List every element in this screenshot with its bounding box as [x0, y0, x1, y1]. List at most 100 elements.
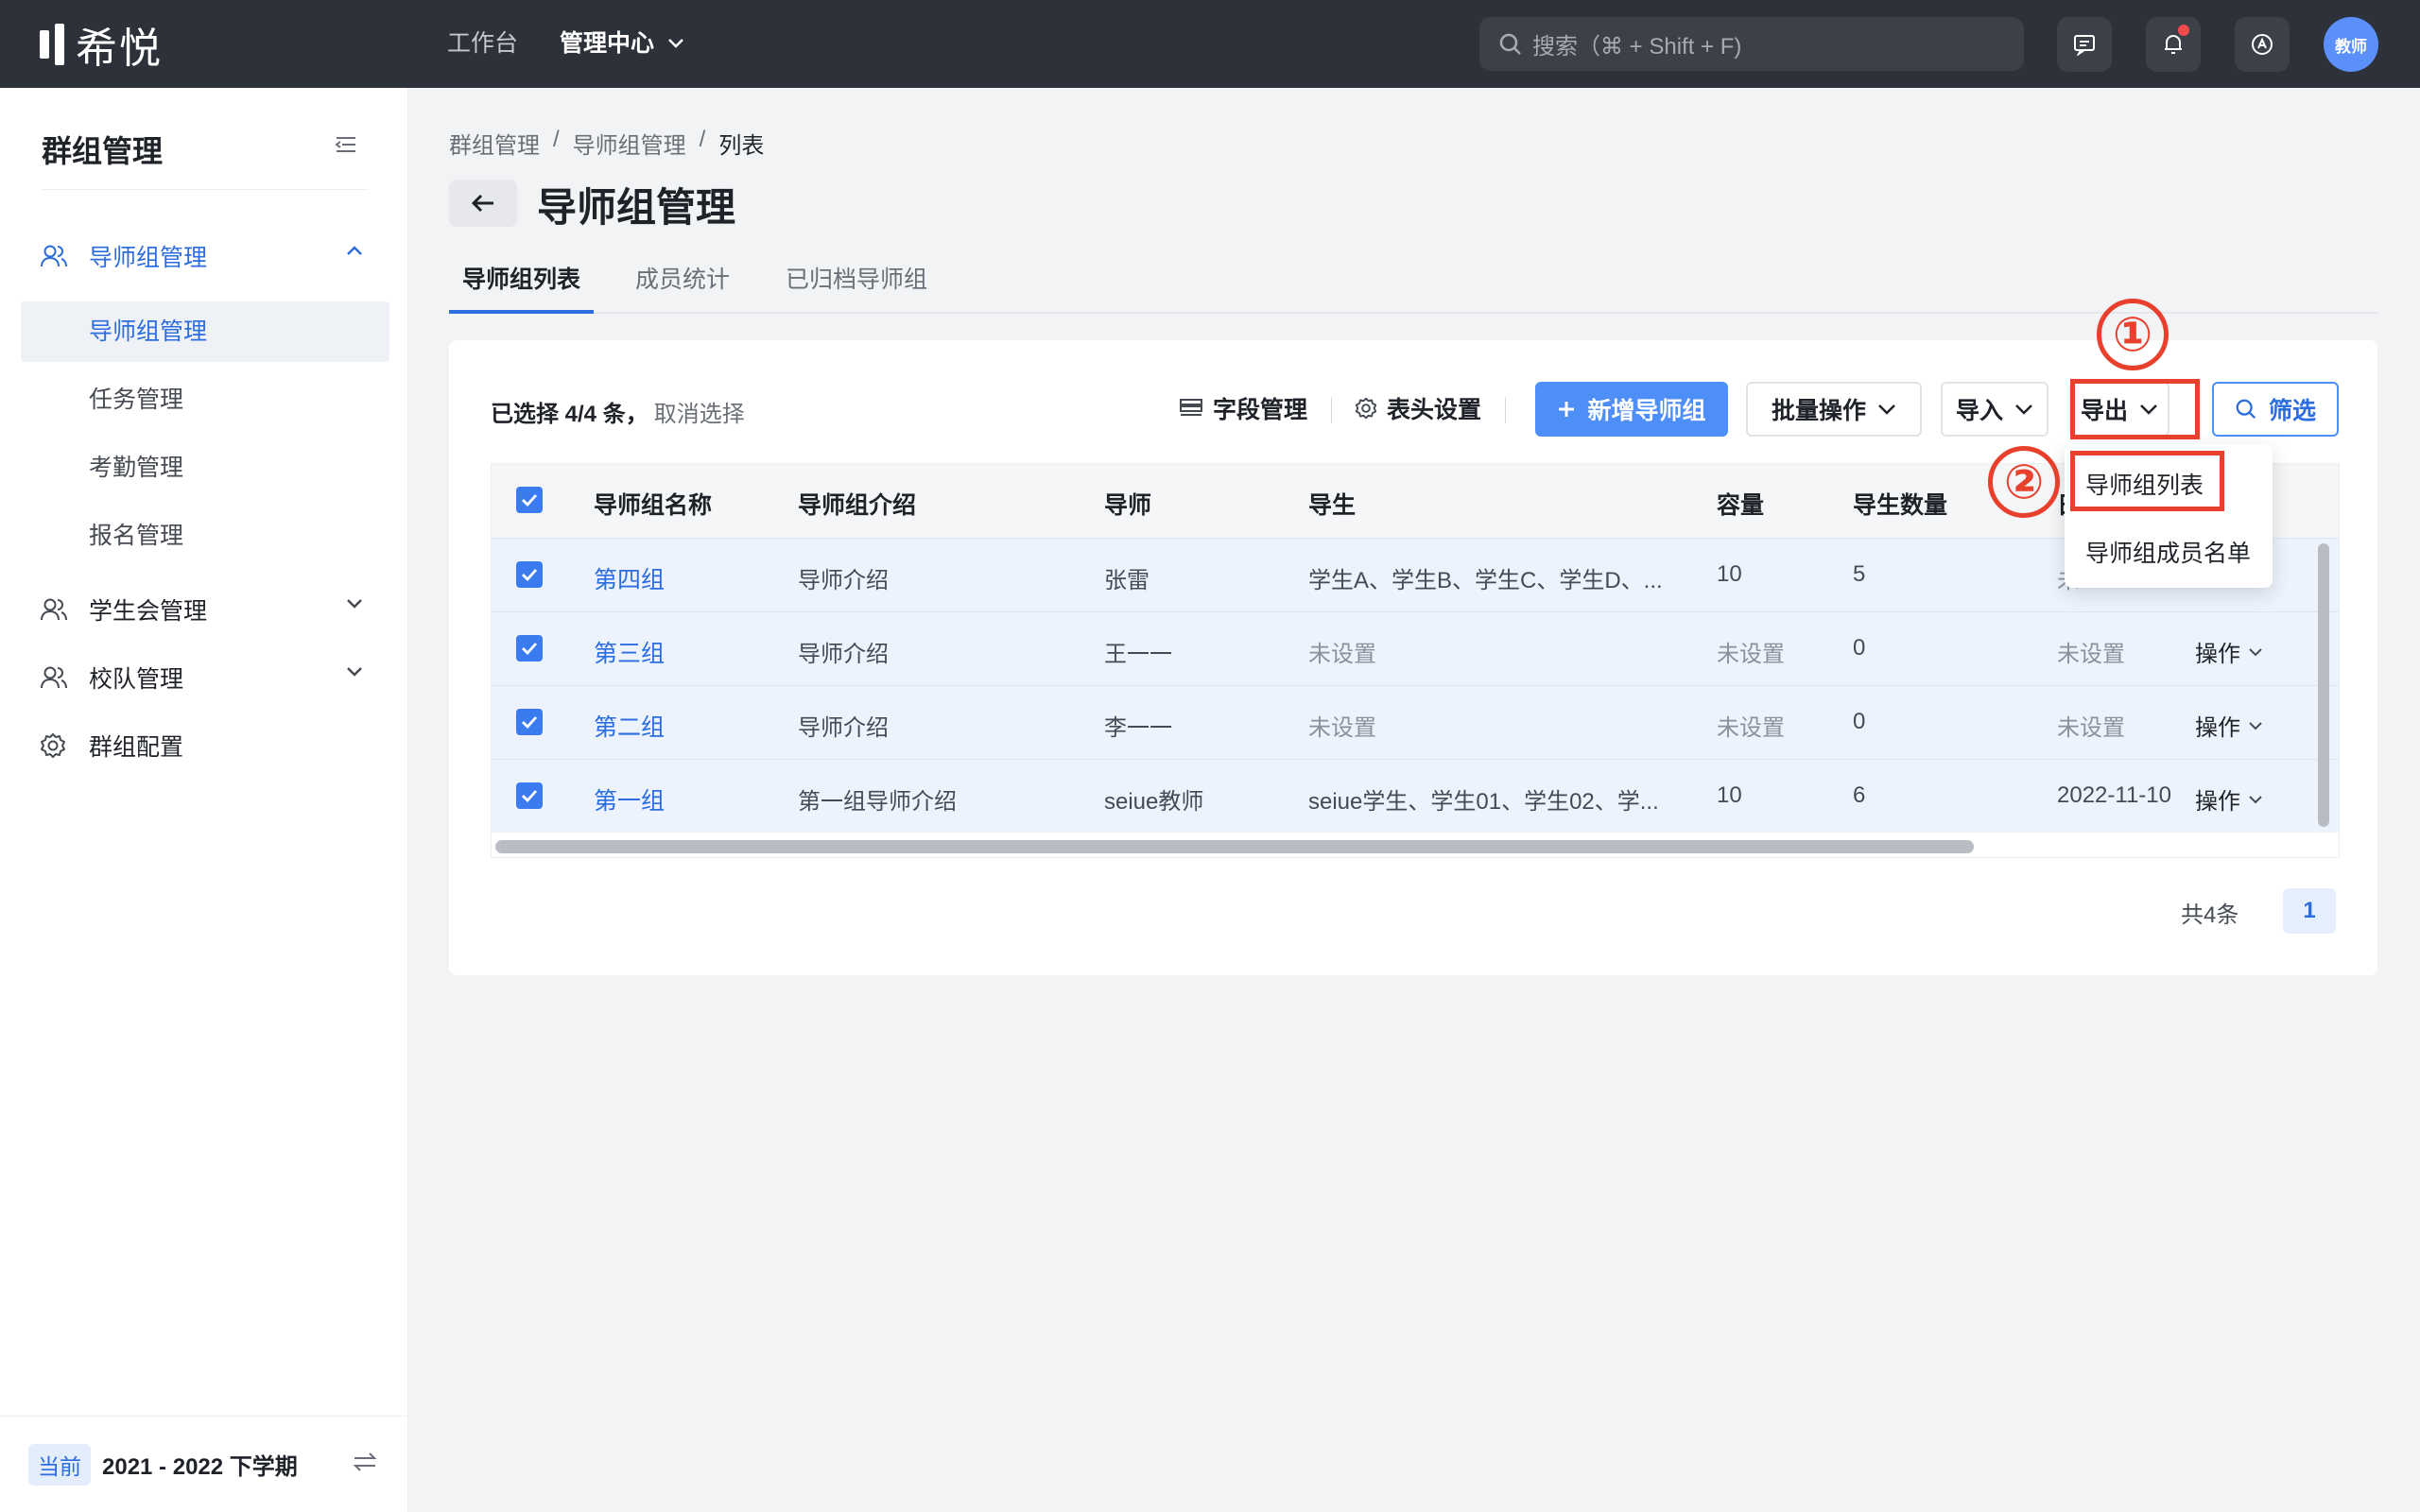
top-nav: 工作台 管理中心 — [447, 26, 684, 60]
row-checkbox[interactable] — [516, 709, 543, 735]
search-icon — [2236, 399, 2256, 420]
toolbar-divider — [1331, 397, 1332, 423]
table-row[interactable]: 第四组 导师介绍 张雷 学生A、学生B、学生C、学生D、... 10 5 未 — [492, 538, 2339, 611]
table-row[interactable]: 第一组 第一组导师介绍 seiue教师 seiue学生、学生01、学生02、学.… — [492, 759, 2339, 833]
sidebar-item-group-config[interactable]: 群组配置 — [21, 715, 389, 776]
import-button[interactable]: 导入 — [1941, 382, 2048, 437]
check-icon — [522, 643, 538, 655]
vertical-scrollbar[interactable] — [2318, 543, 2329, 827]
sidebar-subitem-registration[interactable]: 报名管理 — [21, 506, 389, 566]
group-intro: 导师介绍 — [798, 715, 889, 741]
search-input[interactable]: 搜索（⌘ + Shift + F) — [1479, 17, 2024, 71]
group-name-link[interactable]: 第四组 — [594, 561, 665, 595]
sidebar-subitem-task-manage[interactable]: 任务管理 — [21, 369, 389, 430]
tab-member-stats[interactable]: 成员统计 — [635, 261, 730, 314]
gear-icon — [40, 732, 74, 759]
group-name-link[interactable]: 第二组 — [594, 709, 665, 743]
group-name-link[interactable]: 第一组 — [594, 782, 665, 816]
table-row[interactable]: 第三组 导师介绍 王一一 未设置 未设置 0 未设置 操作 — [492, 611, 2339, 685]
chevron-down-icon — [1878, 404, 1895, 415]
sidebar-title: 群组管理 — [42, 134, 164, 168]
brand-name: 希悦 — [76, 26, 163, 72]
export-menu-item-member-list[interactable]: 导师组成员名单 — [2085, 535, 2251, 569]
chevron-down-icon — [2015, 404, 2032, 415]
gear-icon — [1355, 397, 1377, 420]
row-checkbox[interactable] — [516, 782, 543, 809]
breadcrumb-current: 列表 — [718, 133, 765, 159]
nav-workbench[interactable]: 工作台 — [447, 26, 518, 60]
group-mentor: 李一一 — [1104, 715, 1172, 741]
toolbar-divider — [1505, 397, 1506, 423]
row-actions-dropdown[interactable]: 操作 — [2195, 635, 2263, 668]
annotation-box-export — [2070, 379, 2200, 439]
group-date: 未设置 — [2057, 715, 2125, 741]
notification-dot — [2178, 25, 2189, 36]
horizontal-scrollbar[interactable] — [495, 840, 1974, 853]
pagination-page-button[interactable]: 1 — [2283, 888, 2336, 934]
sidebar-item-student-union[interactable]: 学生会管理 — [21, 579, 389, 640]
column-header-students[interactable]: 导生 — [1308, 487, 1356, 521]
group-mentor: seiue教师 — [1104, 789, 1204, 815]
row-checkbox[interactable] — [516, 635, 543, 662]
notifications-button[interactable] — [2146, 17, 2201, 72]
nav-admin-center[interactable]: 管理中心 — [560, 26, 684, 60]
chevron-down-icon — [2249, 721, 2262, 730]
check-icon — [522, 494, 538, 507]
table-row[interactable]: 第二组 导师介绍 李一一 未设置 未设置 0 未设置 操作 — [492, 685, 2339, 759]
add-mentor-group-label: 新增导师组 — [1587, 398, 1706, 424]
sidebar-subitem-mentor-group-manage[interactable]: 导师组管理 — [21, 301, 389, 362]
column-header-name[interactable]: 导师组名称 — [594, 487, 712, 521]
compass-icon — [2252, 34, 2273, 55]
group-mentor: 王一一 — [1104, 642, 1172, 667]
people-icon — [40, 664, 74, 691]
row-actions-dropdown[interactable]: 操作 — [2195, 782, 2263, 816]
user-avatar[interactable]: 教师 — [2324, 17, 2378, 72]
semester-switcher[interactable]: 当前 2021 - 2022 下学期 — [0, 1416, 408, 1512]
chevron-up-icon — [347, 246, 362, 255]
search-icon — [1499, 33, 1521, 55]
row-actions-dropdown[interactable]: 操作 — [2195, 709, 2263, 742]
column-header-intro[interactable]: 导师组介绍 — [798, 487, 916, 521]
sidebar-item-mentor-groups[interactable]: 导师组管理 — [21, 226, 389, 286]
tab-bar: 导师组列表 成员统计 已归档导师组 — [449, 248, 2377, 314]
tab-mentor-group-list[interactable]: 导师组列表 — [449, 261, 595, 314]
back-button[interactable] — [449, 180, 517, 227]
group-mentor: 张雷 — [1104, 568, 1150, 593]
collapse-sidebar-button[interactable] — [335, 135, 357, 159]
add-mentor-group-button[interactable]: 新增导师组 — [1535, 382, 1728, 437]
swap-icon[interactable] — [352, 1451, 378, 1473]
sidebar-item-label: 校队管理 — [89, 666, 184, 693]
field-manage-button[interactable]: 字段管理 — [1179, 382, 1307, 435]
select-all-checkbox[interactable] — [516, 487, 543, 513]
group-capacity: 未设置 — [1717, 642, 1785, 667]
group-students: seiue学生、学生01、学生02、学... — [1308, 789, 1659, 815]
semester-label: 2021 - 2022 下学期 — [102, 1454, 298, 1480]
header-settings-button[interactable]: 表头设置 — [1355, 382, 1481, 435]
cancel-selection-link[interactable]: 取消选择 — [654, 395, 745, 428]
breadcrumb-item[interactable]: 群组管理 — [449, 127, 540, 160]
sidebar-subitem-attendance[interactable]: 考勤管理 — [21, 438, 389, 498]
breadcrumb-item[interactable]: 导师组管理 — [573, 127, 686, 160]
apps-button[interactable] — [2235, 17, 2290, 72]
column-header-capacity[interactable]: 容量 — [1717, 487, 1764, 521]
sidebar-item-label: 学生会管理 — [89, 598, 208, 625]
tab-archived-groups[interactable]: 已归档导师组 — [786, 261, 927, 314]
column-header-student-count[interactable]: 导生数量 — [1853, 487, 1947, 521]
row-checkbox[interactable] — [516, 561, 543, 588]
group-students: 未设置 — [1308, 642, 1376, 667]
plus-icon — [1559, 402, 1575, 417]
sidebar-item-school-team[interactable]: 校队管理 — [21, 647, 389, 708]
group-capacity: 未设置 — [1717, 715, 1785, 741]
chevron-down-icon — [2249, 647, 2262, 656]
column-header-mentor[interactable]: 导师 — [1104, 487, 1151, 521]
app-logo[interactable]: 希悦 — [40, 21, 163, 72]
group-intro: 导师介绍 — [798, 568, 889, 593]
filter-button[interactable]: 筛选 — [2212, 382, 2339, 437]
chat-icon — [2074, 35, 2095, 56]
search-placeholder: 搜索（⌘ + Shift + F) — [1532, 34, 1742, 60]
messages-button[interactable] — [2057, 17, 2112, 72]
group-student-count: 6 — [1853, 782, 1866, 808]
group-student-count: 0 — [1853, 635, 1866, 661]
batch-operations-button[interactable]: 批量操作 — [1746, 382, 1922, 437]
group-name-link[interactable]: 第三组 — [594, 635, 665, 669]
